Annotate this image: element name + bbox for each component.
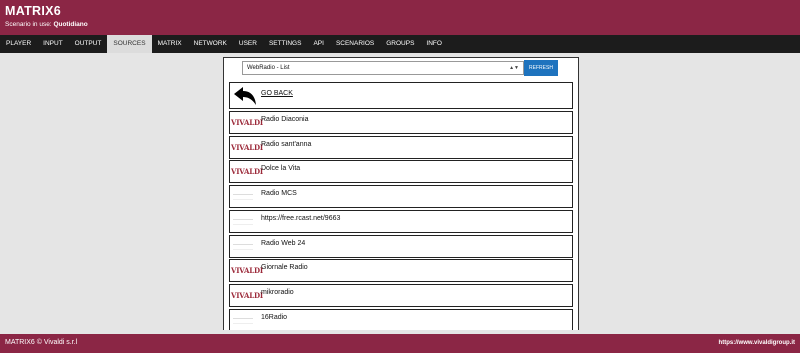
scenario-indicator: Scenario in use: Quotidiano [5, 21, 88, 28]
station-name: Dolce la Vita [261, 165, 301, 173]
station-name: Radio sant'anna [261, 140, 312, 148]
vivaldi-logo-icon: VIVALDI [231, 290, 263, 300]
station-placeholder-icon [233, 218, 253, 225]
station-name: Radio Web 24 [261, 239, 306, 247]
nav-tab-settings[interactable]: SETTINGS [263, 35, 308, 53]
nav-tab-matrix[interactable]: MATRIX [152, 35, 188, 53]
vivaldi-logo-icon: VIVALDI [231, 118, 263, 127]
vivaldi-logo-icon: VIVALDI [231, 142, 263, 152]
station-placeholder-icon [233, 194, 253, 201]
nav-tab-api[interactable]: API [307, 35, 329, 53]
station-row[interactable]: VIVALDI mikroradio [229, 283, 573, 307]
station-row[interactable]: https://free.rcast.net/9663 [229, 209, 573, 233]
station-name: Giornale Radio [261, 264, 308, 272]
nav-tab-user[interactable]: USER [233, 35, 263, 53]
app-title: MATRIX6 [5, 4, 62, 18]
copyright-text: MATRIX6 © Vivaldi s.r.l [5, 339, 78, 346]
nav-tab-groups[interactable]: GROUPS [380, 35, 420, 53]
scenario-label: Scenario in use: [5, 21, 52, 28]
scenario-value: Quotidiano [53, 21, 88, 28]
station-row[interactable]: Radio Web 24 [229, 234, 573, 258]
station-name: Radio MCS [261, 190, 297, 198]
station-name: mikroradio [261, 288, 294, 296]
station-placeholder-icon [233, 317, 253, 324]
nav-tab-scenarios[interactable]: SCENARIOS [330, 35, 380, 53]
station-name: 16Radio [261, 313, 288, 321]
website-link[interactable]: https://www.vivaldigroup.it [719, 340, 795, 346]
station-row[interactable]: VIVALDI Giornale Radio [229, 259, 573, 283]
go-back-row[interactable]: GO BACK [229, 82, 573, 109]
station-row[interactable]: 16Radio [229, 308, 573, 330]
back-arrow-icon [234, 87, 256, 105]
vivaldi-logo-icon: VIVALDI [231, 167, 263, 177]
main-nav: PLAYER INPUT OUTPUT SOURCES MATRIX NETWORK USE… [0, 35, 800, 53]
vivaldi-logo-icon: VIVALDI [231, 266, 263, 276]
station-row[interactable]: VIVALDI Radio sant'anna [229, 135, 573, 159]
app-header: MATRIX6 Scenario in use: Quotidiano [0, 0, 800, 35]
nav-tab-player[interactable]: PLAYER [0, 35, 37, 53]
station-name: https://free.rcast.net/9663 [261, 214, 341, 222]
nav-tab-sources[interactable]: SOURCES [107, 35, 152, 53]
station-row[interactable]: VIVALDI Dolce la Vita [229, 160, 573, 184]
go-back-label: GO BACK [261, 90, 293, 97]
app-footer: MATRIX6 © Vivaldi s.r.l https://www.viva… [0, 334, 800, 353]
chevron-down-icon: ▲▼ [509, 65, 519, 71]
source-select-value: WebRadio - List [247, 65, 290, 71]
source-select[interactable]: WebRadio - List ▲▼ [242, 61, 524, 75]
station-placeholder-icon [233, 243, 253, 250]
station-row[interactable]: Radio MCS [229, 185, 573, 209]
source-panel: WebRadio - List ▲▼ REFRESH GO BACK VIVAL… [223, 57, 579, 330]
station-name: Radio Diaconia [261, 116, 309, 123]
nav-tab-input[interactable]: INPUT [37, 35, 69, 53]
nav-tab-info[interactable]: INFO [420, 35, 448, 53]
nav-tab-network[interactable]: NETWORK [188, 35, 233, 53]
nav-tab-output[interactable]: OUTPUT [69, 35, 108, 53]
refresh-button[interactable]: REFRESH [524, 60, 558, 76]
station-row[interactable]: VIVALDI Radio Diaconia [229, 111, 573, 134]
